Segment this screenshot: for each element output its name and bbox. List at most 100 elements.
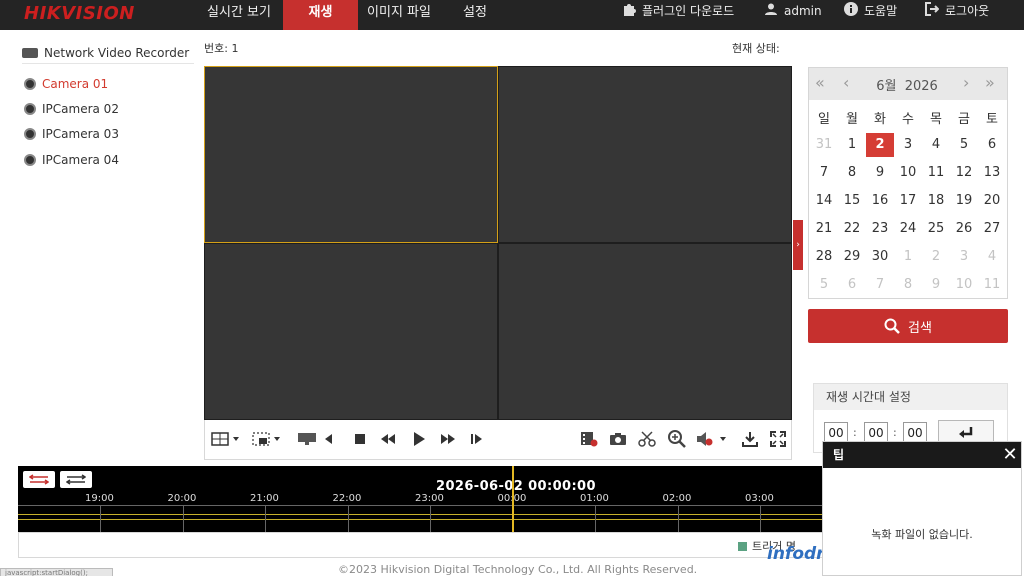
single-frame-button[interactable] [469, 430, 485, 448]
digital-zoom-button[interactable] [667, 430, 687, 448]
fullscreen-icon [770, 431, 786, 447]
calendar-day[interactable]: 20 [978, 189, 1006, 213]
calendar-day[interactable]: 6 [978, 133, 1006, 157]
video-window-4[interactable] [498, 243, 792, 420]
calendar-day[interactable]: 8 [838, 161, 866, 185]
calendar-day[interactable]: 25 [922, 217, 950, 241]
time-panel-title: 재생 시간대 설정 [814, 384, 1007, 410]
download-clip-button[interactable] [579, 430, 599, 448]
calendar-day[interactable]: 4 [978, 245, 1006, 269]
calendar-day[interactable]: 3 [894, 133, 922, 157]
calendar-day[interactable]: 26 [950, 217, 978, 241]
user-menu[interactable]: admin [764, 0, 822, 30]
camera-item-3[interactable]: IPCamera 03 [24, 125, 119, 143]
audio-button[interactable] [695, 430, 729, 448]
calendar-day[interactable]: 7 [866, 273, 894, 297]
capture-area-button[interactable] [250, 430, 284, 448]
timeline-tick [347, 505, 349, 532]
calendar-day[interactable]: 28 [810, 245, 838, 269]
browser-status-bar: javascript:startDialog(); [0, 568, 113, 576]
calendar-day[interactable]: 1 [894, 245, 922, 269]
calendar-day[interactable]: 5 [810, 273, 838, 297]
current-status-label: 현재 상태: [732, 42, 780, 55]
single-frame-icon [471, 434, 482, 444]
next-month-icon[interactable]: › [963, 74, 969, 92]
calendar-day[interactable]: 3 [950, 245, 978, 269]
calendar-day[interactable]: 7 [810, 161, 838, 185]
scissors-icon [638, 431, 656, 447]
video-window-3[interactable] [204, 243, 498, 420]
timeline-zoom-out-button[interactable] [23, 471, 55, 488]
collapse-panel-button[interactable]: › [793, 220, 803, 270]
stop-all-button[interactable] [296, 430, 318, 448]
prev-month-icon[interactable]: ‹ [843, 74, 849, 92]
camera-item-4[interactable]: IPCamera 04 [24, 151, 119, 169]
calendar-day[interactable]: 13 [978, 161, 1006, 185]
calendar-day[interactable]: 24 [894, 217, 922, 241]
plugin-download-link[interactable]: 플러그인 다운로드 [622, 0, 734, 30]
timeline[interactable]: 2026-06-02 00:00:00 19:00 20:00 21:00 22:00… [18, 466, 823, 558]
calendar-day[interactable]: 16 [866, 189, 894, 213]
search-button[interactable]: 검색 [808, 309, 1008, 343]
camera-item-2[interactable]: IPCamera 02 [24, 100, 119, 118]
calendar-day[interactable]: 30 [866, 245, 894, 269]
stop-button[interactable] [353, 430, 367, 448]
calendar-day[interactable]: 2 [866, 133, 894, 157]
camera-item-1[interactable]: Camera 01 [24, 75, 108, 93]
fast-forward-icon [441, 434, 455, 444]
reverse-play-button[interactable] [321, 430, 335, 448]
calendar-day[interactable]: 10 [950, 273, 978, 297]
tab-picture[interactable]: 이미지 파일 [360, 0, 438, 30]
calendar-day[interactable]: 8 [894, 273, 922, 297]
timeline-cursor[interactable] [512, 466, 514, 532]
timeline-legend-bar [18, 532, 823, 558]
camera-icon [24, 77, 36, 90]
calendar-day[interactable]: 10 [894, 161, 922, 185]
calendar-day[interactable]: 12 [950, 161, 978, 185]
calendar-day[interactable]: 19 [950, 189, 978, 213]
calendar-day[interactable]: 9 [866, 161, 894, 185]
video-window-2[interactable] [498, 66, 792, 243]
video-window-1[interactable] [204, 66, 498, 243]
calendar-day[interactable]: 11 [978, 273, 1006, 297]
calendar-day[interactable]: 18 [922, 189, 950, 213]
calendar-day[interactable]: 29 [838, 245, 866, 269]
timeline-zoom-in-button[interactable] [60, 471, 92, 488]
clip-button[interactable] [637, 430, 657, 448]
calendar-day[interactable]: 17 [894, 189, 922, 213]
calendar-day[interactable]: 21 [810, 217, 838, 241]
layout-button[interactable] [209, 430, 243, 448]
calendar-day[interactable]: 6 [838, 273, 866, 297]
nvr-device-title[interactable]: Network Video Recorder [22, 44, 194, 64]
calendar-day[interactable]: 11 [922, 161, 950, 185]
close-icon[interactable]: ✕ [1001, 445, 1019, 465]
prev-year-icon[interactable]: « [815, 74, 825, 92]
help-link[interactable]: 도움말 [844, 0, 897, 30]
calendar-day[interactable]: 23 [866, 217, 894, 241]
capture-area-icon [252, 432, 280, 446]
download-button[interactable] [741, 430, 759, 448]
calendar-day[interactable]: 2 [922, 245, 950, 269]
play-button[interactable] [411, 430, 427, 448]
layout-icon [211, 432, 239, 446]
fullscreen-button[interactable] [769, 430, 787, 448]
slow-forward-button[interactable] [379, 430, 397, 448]
fast-forward-button[interactable] [439, 430, 457, 448]
calendar-day[interactable]: 31 [810, 133, 838, 157]
tab-configuration[interactable]: 설정 [450, 0, 500, 30]
calendar-day[interactable]: 4 [922, 133, 950, 157]
calendar-day[interactable]: 15 [838, 189, 866, 213]
snapshot-button[interactable] [608, 430, 628, 448]
calendar-weekday: 목 [930, 112, 942, 127]
logout-link[interactable]: 로그아웃 [925, 0, 989, 30]
calendar-day[interactable]: 9 [922, 273, 950, 297]
tab-playback[interactable]: 재생 [283, 0, 358, 30]
calendar-day[interactable]: 22 [838, 217, 866, 241]
tab-live-view[interactable]: 실시간 보기 [197, 0, 281, 30]
next-year-icon[interactable]: » [985, 74, 995, 92]
calendar-day[interactable]: 14 [810, 189, 838, 213]
calendar-day[interactable]: 1 [838, 133, 866, 157]
calendar-day[interactable]: 5 [950, 133, 978, 157]
download-icon [742, 432, 758, 447]
calendar-day[interactable]: 27 [978, 217, 1006, 241]
